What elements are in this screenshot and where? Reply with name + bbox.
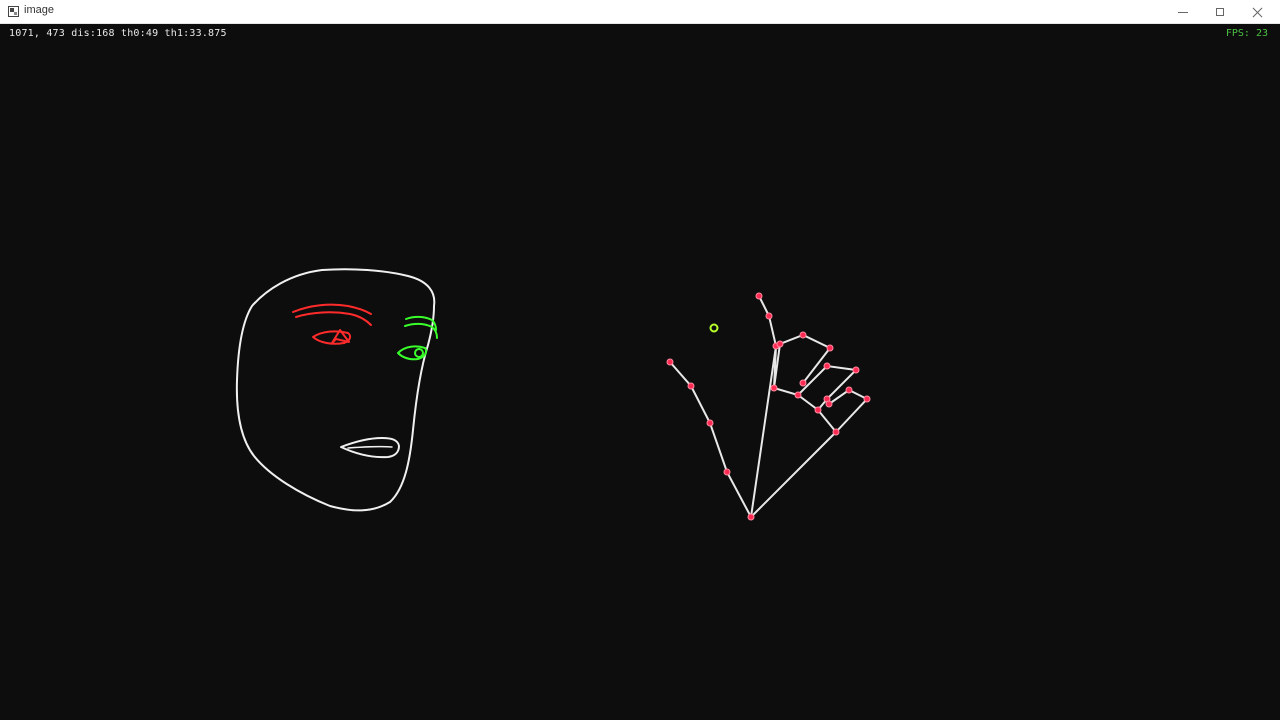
joint-middle-tip [826, 344, 834, 352]
joint-thumb-cmc [723, 468, 731, 476]
index-bones [750, 295, 778, 518]
joint-pinky-dip [845, 386, 853, 394]
mouth-inner [347, 445, 393, 449]
left-iris [414, 348, 424, 358]
pointer-marker [709, 323, 719, 333]
joint-middle-dip [799, 331, 807, 339]
thumb-bones [669, 361, 752, 518]
joint-wrist [747, 513, 755, 521]
joint-pinky-mcp [832, 428, 840, 436]
joint-ring-mcp [794, 391, 802, 399]
joint-thumb-mcp [706, 419, 714, 427]
joint-pinky-pip [863, 395, 871, 403]
right-eyebrow-lower [295, 311, 372, 326]
joint-ring-end [814, 406, 822, 414]
joint-index-tip [755, 292, 763, 300]
joint-index-pip [765, 312, 773, 320]
joint-thumb-tip [666, 358, 674, 366]
joint-ring-pip [823, 362, 831, 370]
joint-thumb-ip [687, 382, 695, 390]
left-eye [397, 345, 428, 361]
hand-landmarks [669, 295, 869, 518]
landmark-drawing [235, 268, 871, 521]
pinky-bones [828, 388, 869, 433]
joint-middle-mcp [770, 384, 778, 392]
joint-middle-end [799, 379, 807, 387]
joint-ring-dip [852, 366, 860, 374]
joint-pinky-tip [825, 400, 833, 408]
face-landmarks [235, 268, 438, 512]
hand-joints [666, 292, 871, 521]
joint-middle-pip [776, 340, 784, 348]
